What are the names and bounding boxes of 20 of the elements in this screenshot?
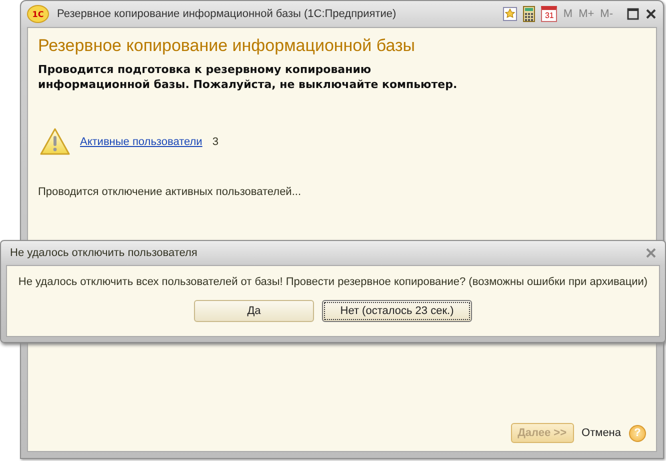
dialog-button[interactable]: Нет (осталось 23 сек.) <box>322 300 472 322</box>
warning-icon <box>40 128 70 156</box>
maximize-button[interactable] <box>627 8 639 20</box>
active-users-link[interactable]: Активные пользователи <box>80 136 202 148</box>
dialog-title: Не удалось отключить пользователя <box>10 247 198 259</box>
intro-text: Проводится подготовка к резервному копированию информационной базы. Пожалуйста, не выключайте компьютер. <box>38 62 458 92</box>
star-icon <box>503 7 518 21</box>
calendar-button[interactable]: 31 <box>541 6 558 22</box>
calculator-icon <box>523 6 536 22</box>
cancel-button[interactable]: Отмена <box>582 427 621 439</box>
calculator-button[interactable] <box>523 6 536 22</box>
window-title: Резервное копирование информационной базы (1С:Предприятие) <box>57 8 398 20</box>
close-button[interactable] <box>645 8 657 20</box>
status-text: Проводится отключение активных пользователей... <box>38 186 302 198</box>
favorite-button[interactable] <box>503 7 518 21</box>
dialog-message: Не удалось отключить всех пользователей от базы! Провести резервное копирование? (возможны ошибки при архивации) <box>18 276 648 288</box>
active-users-count: 3 <box>212 136 218 148</box>
app-logo: 1С <box>27 5 49 23</box>
form-heading: Резервное копирование информационной базы <box>38 36 416 56</box>
dialog-button[interactable]: Да <box>194 300 314 322</box>
